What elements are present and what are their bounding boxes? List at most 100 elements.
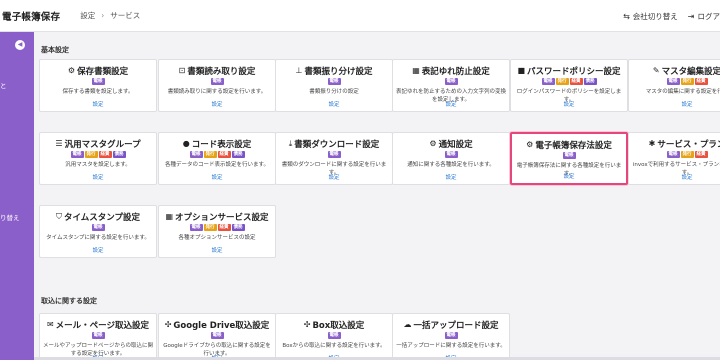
chevron-right-icon: › (101, 11, 105, 20)
gear-icon: ⚙ (67, 66, 76, 75)
sidebar-item-label[interactable]: と (0, 80, 7, 90)
section-title-basic: 基本設定 (41, 46, 69, 54)
settings-card[interactable]: ✎ マスタ編集設定 電帳 発行 経費 マスタの編集に関する設定を行い 設定 (628, 59, 720, 112)
card-title: 汎用マスタグループ (64, 139, 141, 150)
card-title: 保存書類設定 (77, 66, 129, 77)
settings-card[interactable]: ● コード表示設定 電帳 発行 経費 債務 各種データのコード表示設定を行います。 設定 (158, 132, 276, 185)
service-badge: 債務 (112, 151, 126, 158)
scan-icon: ⊡ (178, 66, 186, 75)
card-title: 書類振り分け設定 (304, 66, 373, 77)
settings-card[interactable]: ✣Box取込設定電帳Boxからの取込に関する設定を行います。設定 (275, 313, 393, 360)
service-badge: 経費 (694, 78, 708, 85)
card-header: ■ パスワードポリシー設定 (511, 65, 627, 77)
switch-company-label: 会社切り替え (632, 11, 678, 21)
service-badge: 発行 (203, 151, 217, 158)
service-badge: 電帳 (666, 151, 680, 158)
switch-company-button[interactable]: ⇆ 会社切り替え (623, 11, 678, 22)
settings-card[interactable]: ☁一括アップロード設定電帳一括アップロードに関する設定を行います。設定 (392, 313, 510, 360)
app-title: 電子帳簿保存 (2, 11, 61, 23)
service-badge: 発行 (680, 78, 694, 85)
settings-card[interactable]: ⤓ 書類ダウンロード設定 電帳 書類のダウンロードに関する設定を行います。 設定 (275, 132, 393, 185)
settings-card[interactable]: ⚙ 電子帳簿保存法設定 電帳 電子帳簿保存法に関する各種設定を行います。 設定 (510, 132, 628, 185)
service-badge: 電帳 (91, 224, 105, 231)
card-settings-link[interactable]: 設定 (393, 173, 509, 181)
settings-card[interactable]: ☰ 汎用マスタグループ 電帳 発行 経費 債務 汎用マスタを設定します。 設定 (39, 132, 157, 185)
service-badge: 経費 (569, 78, 583, 85)
settings-card[interactable]: ✉ メール・ページ取込設定 電帳 メールやアップロードページからの取込に関する設定を行… (39, 313, 157, 360)
service-badge: 電帳 (444, 151, 458, 158)
badge-group: 電帳 発行 経費 (629, 151, 720, 158)
badge-group: 電帳 発行 経費 債務 (40, 151, 156, 158)
sidebar-item-label[interactable]: り替え (0, 212, 20, 222)
card-settings-link[interactable]: 設定 (629, 173, 720, 181)
card-settings-link[interactable]: 設定 (629, 100, 720, 108)
card-title: 電子帳簿保存法設定 (535, 140, 612, 151)
card-title: サービス・プラン (657, 139, 720, 150)
logout-button[interactable]: ⇥ ログア (688, 11, 720, 22)
settings-card[interactable]: ⛉ タイムスタンプ設定 電帳 タイムスタンプに関する設定を行います。 設定 (39, 205, 157, 258)
card-settings-link[interactable]: 設定 (512, 172, 626, 180)
card-settings-link[interactable]: 設定 (276, 173, 392, 181)
badge-group: 電帳 発行 経費 債務 (159, 151, 275, 158)
card-settings-link[interactable]: 設定 (511, 100, 627, 108)
settings-card[interactable]: ▦ 表記ゆれ防止設定 電帳 表記ゆれを防止するための入力文字列の変換を設定します。 設定 (392, 59, 510, 112)
settings-card[interactable]: ⚙ 保存書類設定 電帳 保存する書類を設定します。 設定 (39, 59, 157, 112)
badge-group: 電帳 発行 経費 債務 (511, 78, 627, 85)
card-header: ⤓ 書類ダウンロード設定 (276, 138, 392, 150)
settings-card[interactable]: ⊡ 書類読み取り設定 電帳 書類読み取りに関する設定を行います。 設定 (158, 59, 276, 112)
service-badge: 債務 (583, 78, 597, 85)
card-header: ✣ Box取込設定 (276, 319, 392, 331)
service-badge: 電帳 (189, 151, 203, 158)
badge-group: 電帳 (40, 78, 156, 85)
settings-card[interactable]: ▦ オプションサービス設定 電帳 発行 経費 債務 各種オプションサービスの設定 設定 (158, 205, 276, 258)
service-badge: 発行 (555, 78, 569, 85)
card-settings-link[interactable]: 設定 (40, 100, 156, 108)
card-header: ⊥ 書類振り分け設定 (276, 65, 392, 77)
sidebar-collapse-button[interactable]: ◀ (15, 40, 25, 50)
card-header: ▦ 表記ゆれ防止設定 (393, 65, 509, 77)
card-title: Google Drive取込設定 (173, 320, 270, 331)
service-badge: 経費 (217, 224, 231, 231)
building-icon: ▦ (412, 66, 420, 75)
service-badge: 発行 (203, 224, 217, 231)
card-settings-link[interactable]: 設定 (159, 246, 275, 254)
edit-icon: ✎ (652, 66, 660, 75)
badge-group: 電帳 発行 経費 債務 (159, 224, 275, 231)
mail-icon: ✉ (46, 320, 54, 329)
badge-group: 電帳 (512, 152, 626, 159)
breadcrumb-item-settings[interactable]: 設定 (80, 10, 95, 21)
service-badge: 電帳 (91, 332, 105, 339)
badge-group: 電帳 (393, 151, 509, 158)
service-badge: 経費 (217, 151, 231, 158)
card-settings-link[interactable]: 設定 (393, 100, 509, 108)
card-title: 通知設定 (438, 139, 473, 150)
sidebar: ◀ と り替え (0, 32, 34, 360)
gear-icon: ⚙ (526, 140, 534, 149)
settings-card[interactable]: ✣ Google Drive取込設定 電帳 Googleドライブからの取込に関する設定… (158, 313, 276, 360)
settings-card[interactable]: ■ パスワードポリシー設定 電帳 発行 経費 債務 ログインパスワードのポリシーを設定します… (510, 59, 628, 112)
service-badge: 発行 (680, 151, 694, 158)
settings-card[interactable]: ⚙ 通知設定 電帳 通知に関する各種設定を行います。 設定 (392, 132, 510, 185)
service-badge: 電帳 (210, 78, 224, 85)
header-actions: ⇆ 会社切り替え ⇥ ログア (613, 0, 720, 32)
settings-card[interactable]: ✱サービス・プラン電帳発行経費invoxで利用するサービス・プランを行います。設… (628, 132, 720, 185)
card-title: オプションサービス設定 (175, 212, 269, 223)
card-settings-link[interactable]: 設定 (40, 246, 156, 254)
badge-group: 電帳 (40, 224, 156, 231)
card-settings-link[interactable]: 設定 (159, 100, 275, 108)
shield-icon: ⛉ (55, 211, 62, 221)
badge-group: 電帳 (276, 78, 392, 85)
card-settings-link[interactable]: 設定 (40, 173, 156, 181)
logout-label: ログア (697, 11, 720, 21)
card-title: 一括アップロード設定 (413, 320, 499, 331)
card-header: ✎ マスタ編集設定 (629, 65, 720, 77)
badge-group: 電帳 (276, 332, 392, 339)
card-header: ✣ Google Drive取込設定 (159, 319, 275, 331)
breadcrumb-item-service: サービス (110, 11, 141, 20)
service-badge: 電帳 (91, 78, 105, 85)
card-header: ✱ サービス・プラン (629, 138, 720, 150)
list-icon: ☰ (55, 139, 63, 148)
settings-card[interactable]: ⊥ 書類振り分け設定 電帳 書類振り分けの設定 設定 (275, 59, 393, 112)
card-settings-link[interactable]: 設定 (276, 100, 392, 108)
card-settings-link[interactable]: 設定 (159, 173, 275, 181)
